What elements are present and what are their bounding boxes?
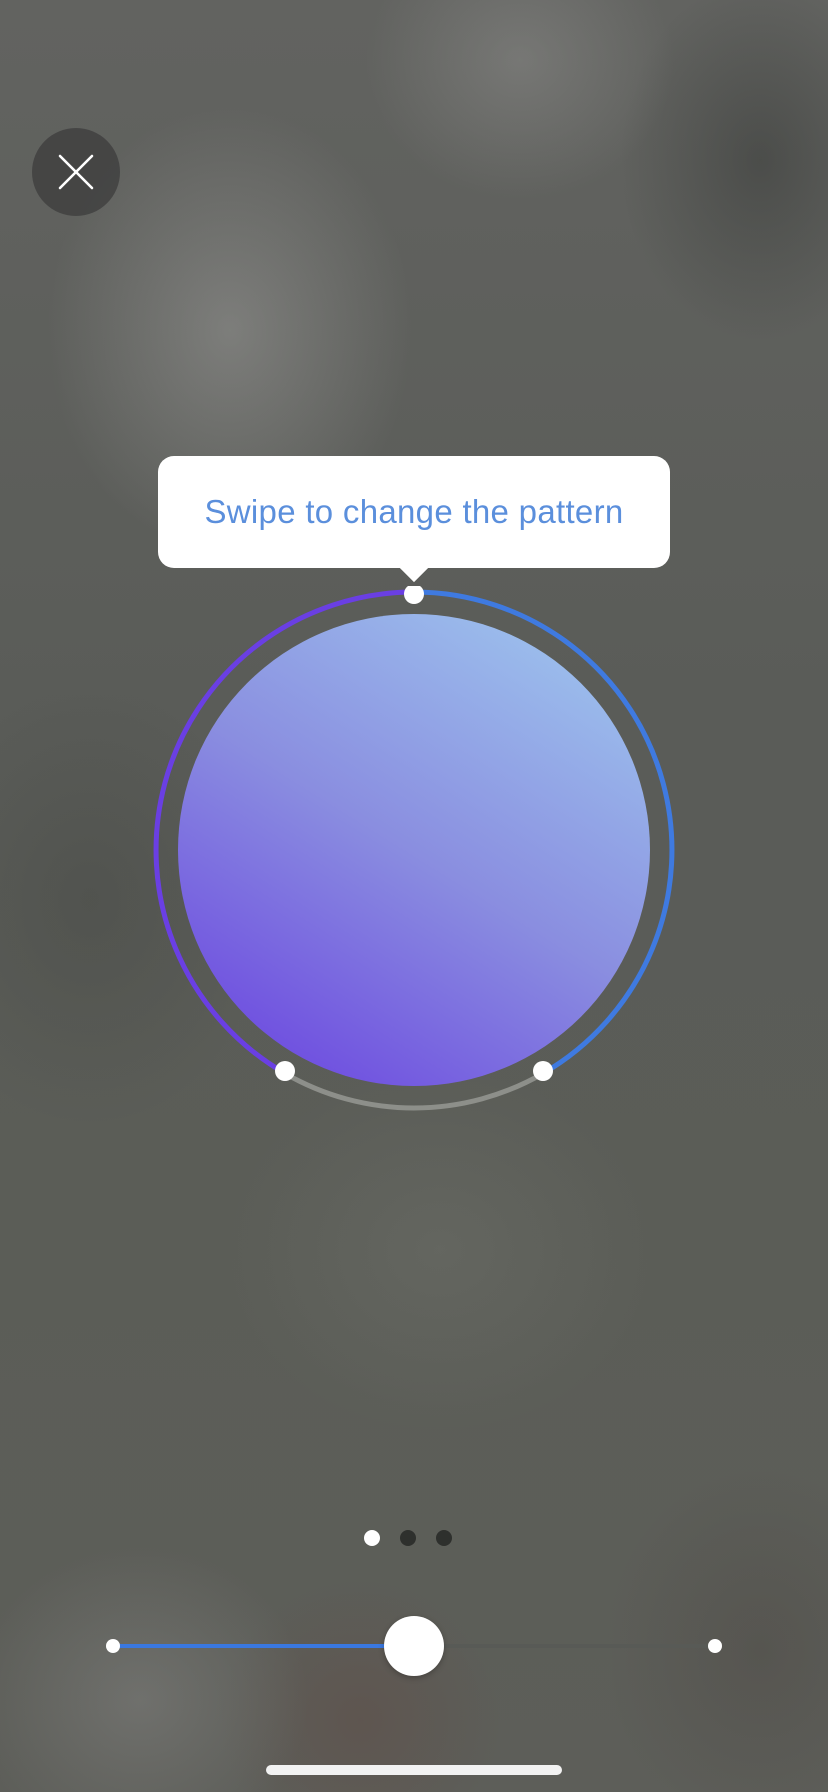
slider-max-dot xyxy=(708,1639,722,1653)
slider-fill xyxy=(112,1644,414,1648)
intensity-slider[interactable] xyxy=(106,1614,722,1678)
hint-tooltip: Swipe to change the pattern xyxy=(158,456,670,583)
page-dot[interactable] xyxy=(400,1530,416,1546)
hint-tooltip-text: Swipe to change the pattern xyxy=(204,493,624,530)
ring-handle-right[interactable] xyxy=(533,1061,553,1081)
ring-handle-left[interactable] xyxy=(275,1061,295,1081)
close-icon xyxy=(58,154,94,190)
page-dot[interactable] xyxy=(364,1530,380,1546)
page-dot[interactable] xyxy=(436,1530,452,1546)
slider-min-dot xyxy=(106,1639,120,1653)
slider-thumb[interactable] xyxy=(384,1616,444,1676)
page-indicator xyxy=(364,1530,452,1550)
close-button[interactable] xyxy=(32,128,120,216)
home-indicator[interactable] xyxy=(266,1765,562,1775)
ring-handle-top[interactable] xyxy=(404,586,424,604)
pattern-dial[interactable] xyxy=(150,586,678,1114)
pattern-orb[interactable] xyxy=(178,614,650,1086)
